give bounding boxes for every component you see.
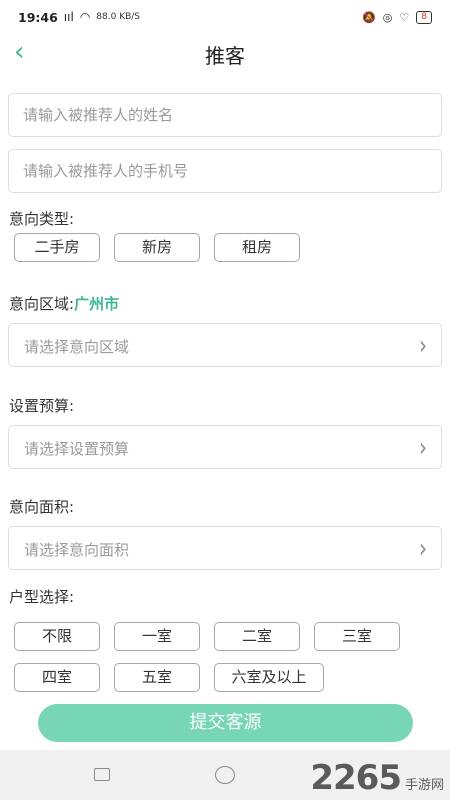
alarm-icon: ◎ [382, 10, 393, 24]
battery-icon: 8 [416, 10, 432, 24]
signal-icon: ııl [63, 10, 74, 24]
area-label: 意向面积: [9, 498, 75, 516]
phone-field [8, 149, 442, 193]
intent-type-chip-new[interactable]: 新房 [114, 233, 200, 262]
layout-chip-5[interactable]: 五室 [114, 663, 200, 692]
status-right: 🔕 ◎ ♡ 8 [362, 10, 432, 24]
phone-input[interactable] [9, 150, 441, 192]
chevron-right-icon: › [419, 532, 427, 564]
system-nav-bar: 2265 手游网 [0, 750, 450, 800]
watermark-number: 2265 [310, 758, 402, 798]
watermark-logo: 2265 手游网 [310, 758, 444, 798]
mute-icon: 🔕 [362, 10, 376, 24]
layout-chip-1[interactable]: 一室 [114, 622, 200, 651]
area-select[interactable]: 请选择意向面积 › [8, 526, 442, 570]
region-label-row: 意向区域:广州市 [9, 293, 119, 314]
intent-type-label: 意向类型: [9, 210, 75, 228]
region-value: 广州市 [74, 295, 120, 313]
recent-apps-icon[interactable] [94, 768, 110, 781]
network-speed: 88.0 KB/S [96, 12, 141, 22]
nav-bar: ‹ 推客 [0, 34, 450, 74]
status-time: 19:46 [18, 9, 58, 25]
name-field [8, 93, 442, 137]
intent-type-chip-rent[interactable]: 租房 [214, 233, 300, 262]
budget-select[interactable]: 请选择设置预算 › [8, 425, 442, 469]
location-icon: ♡ [399, 10, 410, 24]
region-select[interactable]: 请选择意向区域 › [8, 323, 442, 367]
budget-placeholder: 请选择设置预算 [24, 440, 130, 458]
chevron-right-icon: › [419, 329, 427, 361]
layout-chip-6-plus[interactable]: 六室及以上 [214, 663, 324, 692]
layout-chip-2[interactable]: 二室 [214, 622, 300, 651]
layout-chip-any[interactable]: 不限 [14, 622, 100, 651]
submit-button[interactable]: 提交客源 [38, 704, 413, 742]
watermark-suffix: 手游网 [404, 778, 444, 793]
intent-type-chip-second-hand[interactable]: 二手房 [14, 233, 100, 262]
layout-chip-4[interactable]: 四室 [14, 663, 100, 692]
home-icon[interactable] [215, 766, 235, 784]
budget-label: 设置预算: [9, 397, 75, 415]
layout-chip-3[interactable]: 三室 [314, 622, 400, 651]
region-label: 意向区域: [9, 295, 75, 313]
chevron-right-icon: › [419, 431, 427, 463]
area-placeholder: 请选择意向面积 [24, 541, 130, 559]
status-bar: 19:46 ııl ◠ 88.0 KB/S 🔕 ◎ ♡ 8 [0, 0, 450, 34]
region-placeholder: 请选择意向区域 [24, 338, 130, 356]
layout-label: 户型选择: [9, 588, 75, 606]
page-title: 推客 [205, 44, 245, 68]
status-left: 19:46 ııl ◠ 88.0 KB/S [18, 10, 140, 25]
wifi-icon: ◠ [79, 10, 91, 24]
name-input[interactable] [9, 94, 441, 136]
